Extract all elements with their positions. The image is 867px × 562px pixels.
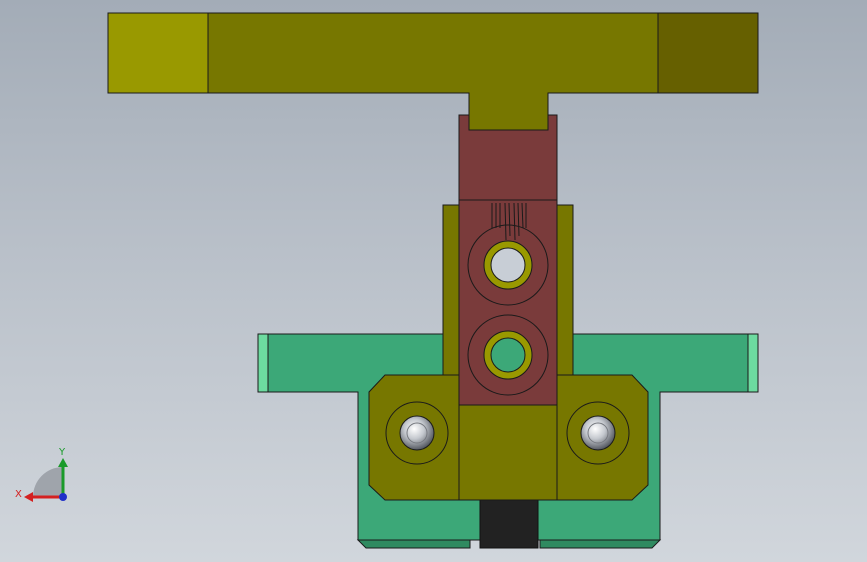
right-rail: [556, 204, 574, 376]
base-left-foot: [356, 539, 471, 549]
left-rail: [442, 204, 460, 376]
brown-slider-part[interactable]: [458, 114, 558, 406]
olive-t-handle-part[interactable]: [107, 12, 759, 131]
model-canvas[interactable]: Y X: [0, 0, 867, 562]
handle-right-face: [657, 12, 759, 94]
base-left-edge: [257, 333, 269, 393]
y-axis-arrowhead: [58, 458, 68, 467]
cad-viewport[interactable]: Y X: [0, 0, 867, 562]
base-right-foot: [539, 539, 662, 549]
black-block-part[interactable]: [479, 499, 539, 549]
triad-plane-indicator: [33, 467, 63, 497]
x-axis-arrowhead: [24, 492, 33, 502]
orientation-triad[interactable]: Y X: [15, 447, 68, 502]
z-axis-dot: [59, 493, 67, 501]
x-axis-label: X: [15, 489, 22, 500]
y-axis-label: Y: [58, 447, 66, 458]
base-right-edge: [747, 333, 759, 393]
handle-left-face: [107, 12, 209, 94]
